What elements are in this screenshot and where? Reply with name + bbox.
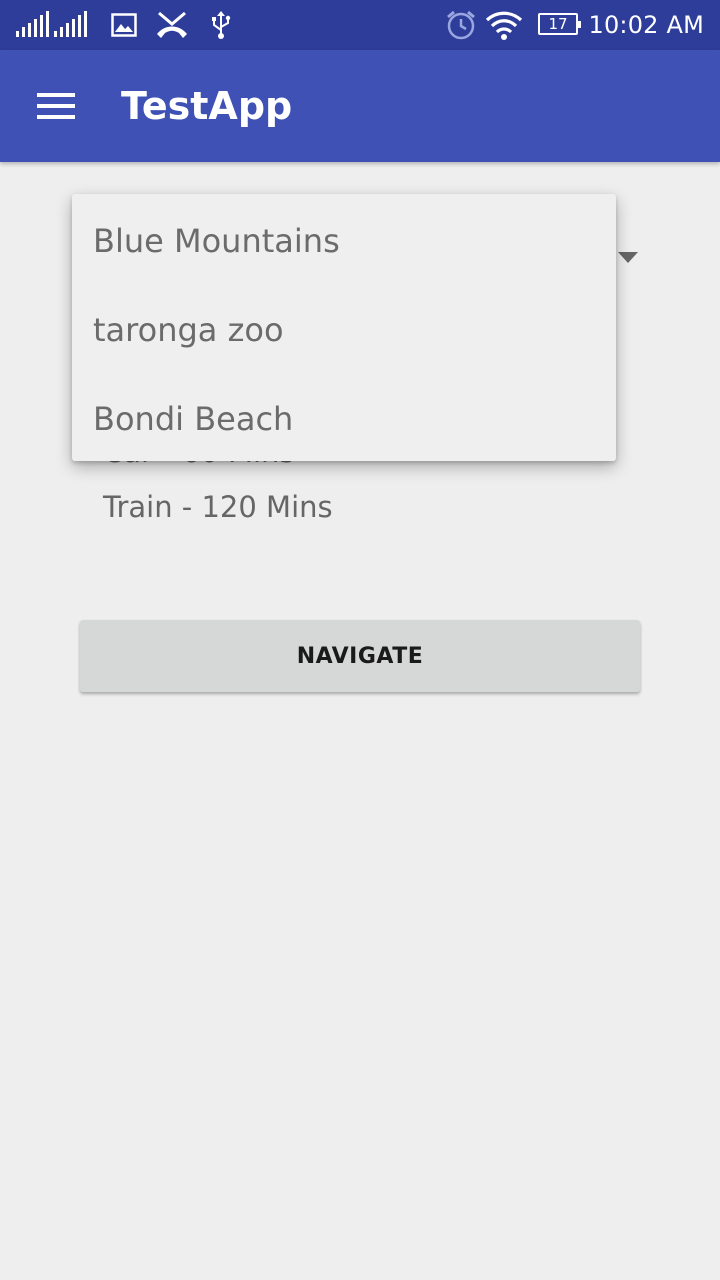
spinner-dropdown-arrow-icon[interactable] bbox=[618, 252, 638, 263]
battery-level: 17 bbox=[548, 15, 568, 33]
signal-icon bbox=[16, 0, 52, 50]
app-title: TestApp bbox=[121, 84, 293, 128]
usb-icon bbox=[209, 0, 233, 50]
dropdown-option-bondi-beach[interactable]: Bondi Beach bbox=[72, 374, 616, 463]
navigate-button[interactable]: NAVIGATE bbox=[80, 620, 640, 692]
destination-dropdown: Blue Mountains taronga zoo Bondi Beach bbox=[72, 194, 616, 461]
route-train-text: Train - 120 Mins bbox=[103, 490, 333, 524]
hamburger-menu-icon bbox=[37, 93, 75, 119]
dropdown-option-taronga-zoo[interactable]: taronga zoo bbox=[72, 285, 616, 374]
menu-button[interactable] bbox=[22, 78, 90, 134]
battery-icon: 17 bbox=[538, 13, 581, 35]
image-icon bbox=[111, 0, 137, 50]
missed-call-icon bbox=[155, 0, 189, 50]
alarm-icon bbox=[445, 0, 477, 50]
signal-icon bbox=[54, 0, 88, 50]
wifi-icon bbox=[484, 0, 524, 50]
dropdown-option-blue-mountains[interactable]: Blue Mountains bbox=[72, 196, 616, 285]
app-bar: TestApp bbox=[0, 50, 720, 162]
app-screen: 17 10:02 AM TestApp Car - 60 Mins Train … bbox=[0, 0, 720, 1280]
status-bar: 17 10:02 AM bbox=[0, 0, 720, 50]
status-clock: 10:02 AM bbox=[588, 11, 704, 39]
